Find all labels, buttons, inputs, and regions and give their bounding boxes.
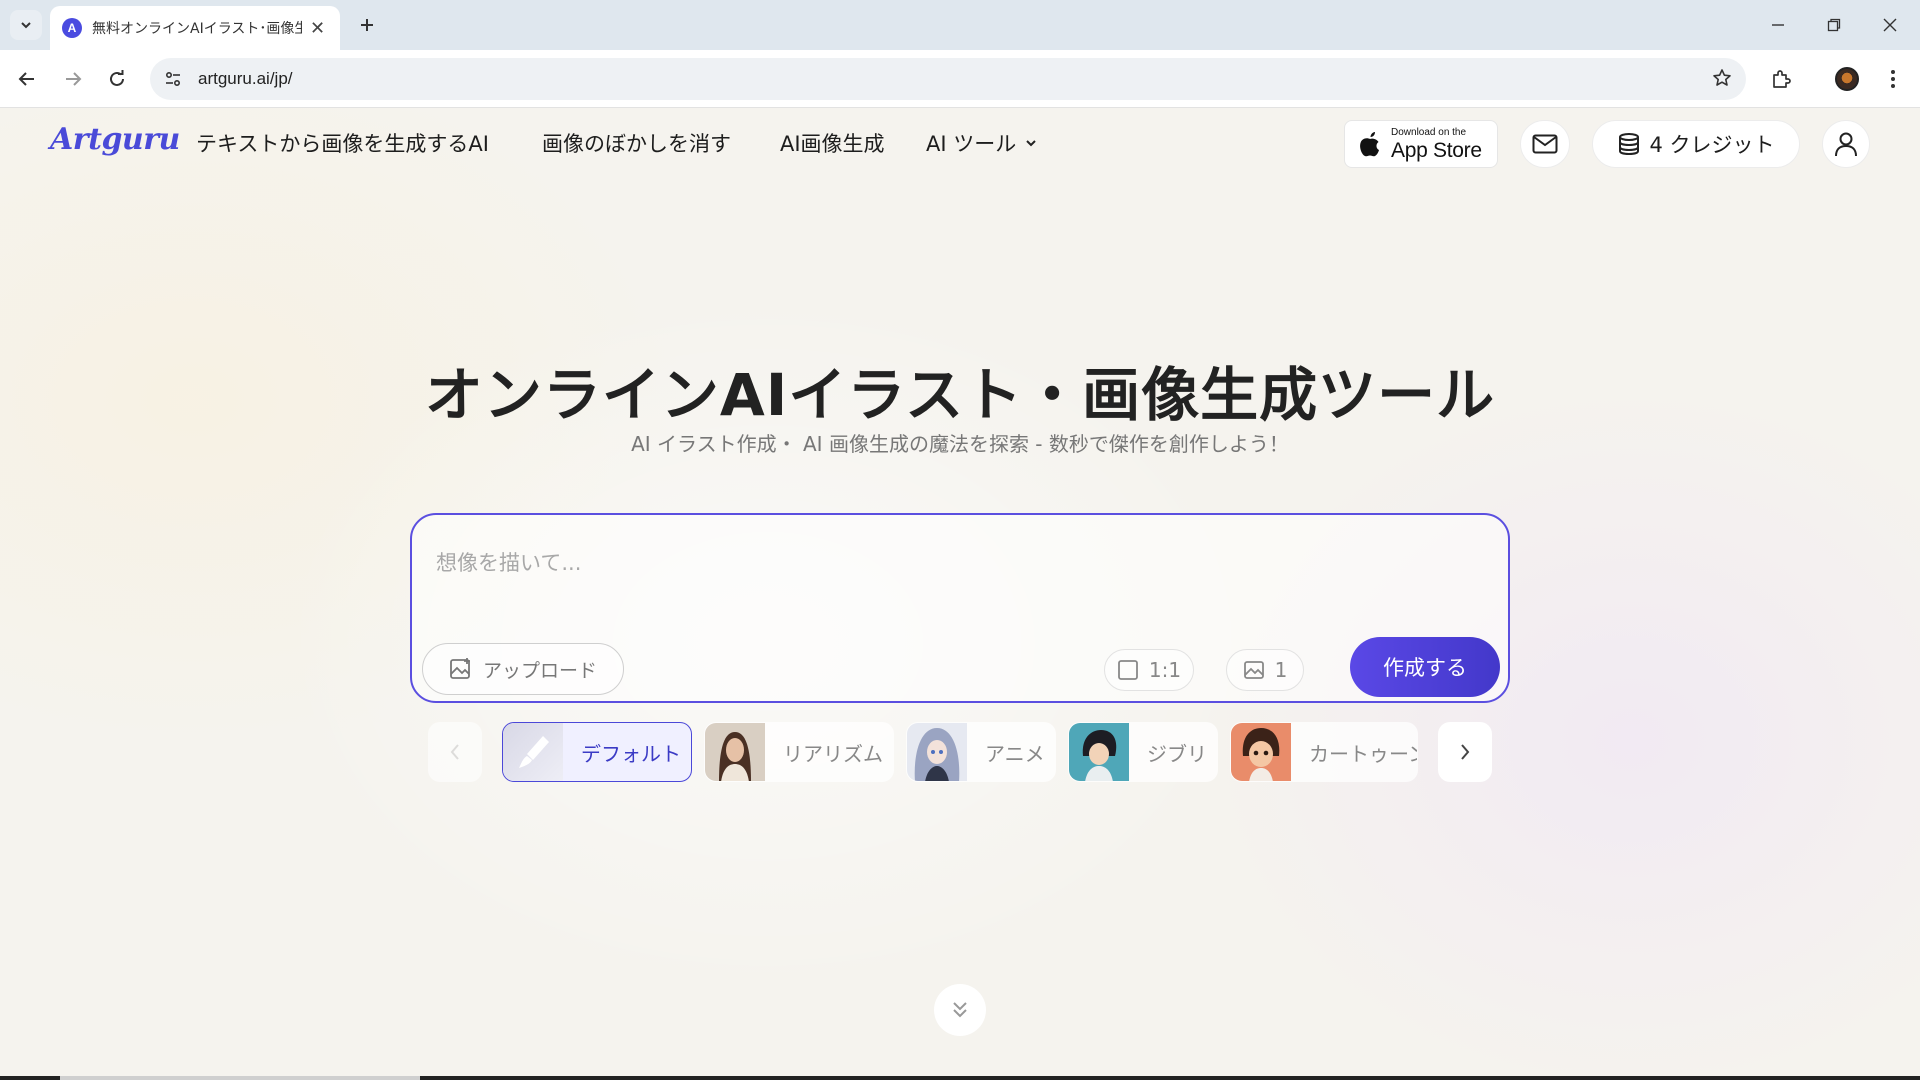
- create-button[interactable]: 作成する: [1350, 637, 1500, 697]
- mail-button[interactable]: [1520, 120, 1570, 168]
- chevron-left-icon: [450, 744, 459, 760]
- user-account-button[interactable]: [1822, 120, 1870, 168]
- app-store-big-text: App Store: [1391, 138, 1482, 162]
- new-tab-button[interactable]: [352, 10, 382, 40]
- site-info-icon[interactable]: [162, 68, 184, 90]
- minimize-button[interactable]: [1758, 10, 1798, 40]
- style-label: アニメ: [985, 741, 1045, 766]
- browser-toolbar: artguru.ai/jp/: [0, 50, 1920, 108]
- restore-icon: [1827, 18, 1841, 32]
- nav-ai-image-generator[interactable]: AI画像生成: [780, 128, 885, 158]
- tab-search-button[interactable]: [10, 10, 42, 40]
- coins-stack-icon: [1619, 133, 1640, 156]
- nav-unblur-image[interactable]: 画像のぼかしを消す: [542, 128, 731, 158]
- image-count-selector[interactable]: 1: [1226, 649, 1304, 691]
- extensions-button[interactable]: [1766, 64, 1796, 94]
- hero-title: オンラインAIイラスト・画像生成ツール: [424, 361, 1496, 429]
- nav-text-to-image[interactable]: テキストから画像を生成するAI: [196, 128, 489, 158]
- square-ratio-icon: [1118, 660, 1138, 680]
- double-chevron-down-icon: [953, 1002, 967, 1018]
- forward-button[interactable]: [58, 64, 88, 94]
- bottom-divider-segment: [60, 1076, 420, 1080]
- brush-icon: [503, 723, 563, 781]
- artguru-logo[interactable]: Artguru: [50, 122, 180, 157]
- tab-title: 無料オンラインAIイラスト･画像生成: [92, 21, 302, 37]
- browser-tab[interactable]: A 無料オンラインAIイラスト･画像生成 ✕: [50, 6, 340, 50]
- style-card-cartoon[interactable]: カートゥーン: [1230, 722, 1418, 782]
- user-icon: [1835, 132, 1857, 157]
- chevron-down-icon: [1026, 140, 1036, 147]
- style-label: リアリズム: [783, 741, 883, 766]
- page: Artguru テキストから画像を生成するAI 画像のぼかしを消す AI画像生成…: [0, 108, 1920, 1080]
- arrow-right-icon: [66, 72, 82, 86]
- puzzle-icon: [1773, 70, 1791, 88]
- aspect-ratio-value: 1:1: [1148, 658, 1182, 682]
- url-text: artguru.ai/jp/: [198, 69, 293, 88]
- mail-icon: [1532, 134, 1558, 154]
- realism-thumbnail: [705, 723, 765, 781]
- style-card-realism[interactable]: リアリズム: [704, 722, 894, 782]
- scroll-down-button[interactable]: [934, 984, 986, 1036]
- close-icon: [1883, 18, 1897, 32]
- style-next-button[interactable]: [1438, 722, 1492, 782]
- credits-label: 4 クレジット: [1649, 133, 1775, 157]
- ghibli-thumbnail: [1069, 723, 1129, 781]
- apple-icon: [1360, 132, 1379, 157]
- artguru-favicon-icon: A: [62, 18, 82, 38]
- prompt-box: アップロード 1:1 1 作成する: [410, 513, 1510, 703]
- aspect-ratio-selector[interactable]: 1:1: [1104, 649, 1194, 691]
- style-prev-button[interactable]: [428, 722, 482, 782]
- plus-icon: [361, 19, 373, 31]
- image-icon: [1243, 661, 1264, 679]
- style-card-ghibli[interactable]: ジブリ: [1068, 722, 1218, 782]
- style-label: デフォルト: [581, 741, 681, 766]
- bookmark-star-icon[interactable]: [1712, 68, 1732, 92]
- upload-button[interactable]: アップロード: [422, 643, 624, 695]
- browser-menu-button[interactable]: [1878, 64, 1908, 94]
- nav-ai-tools-dropdown[interactable]: AI ツール: [926, 128, 1038, 158]
- reload-icon: [110, 70, 124, 86]
- browser-tabstrip: A 無料オンラインAIイラスト･画像生成 ✕: [0, 0, 1920, 50]
- style-label: カートゥーン: [1309, 741, 1418, 766]
- image-count-value: 1: [1274, 658, 1288, 682]
- app-store-text: Download on the App Store: [1391, 126, 1482, 162]
- profile-avatar: [1835, 67, 1859, 91]
- app-store-badge[interactable]: Download on the App Store: [1344, 120, 1498, 168]
- image-upload-icon: [450, 658, 470, 679]
- style-label: ジブリ: [1147, 741, 1207, 766]
- anime-thumbnail: [907, 723, 967, 781]
- style-card-anime[interactable]: アニメ: [906, 722, 1056, 782]
- style-card-default[interactable]: デフォルト: [502, 722, 692, 782]
- prompt-input[interactable]: [436, 533, 1476, 593]
- style-selector: デフォルト リアリズム アニメ ジブリ カートゥーン: [428, 722, 1492, 784]
- nav-ai-tools-label: AI ツール: [926, 132, 1017, 156]
- profile-button[interactable]: [1832, 64, 1862, 94]
- more-vertical-icon: [1891, 70, 1895, 88]
- arrow-left-icon: [18, 72, 34, 86]
- address-bar[interactable]: artguru.ai/jp/: [150, 58, 1746, 100]
- app-store-small-text: Download on the: [1391, 126, 1467, 138]
- hero-subtitle: AI イラスト作成・ AI 画像生成の魔法を探索 - 数秒で傑作を創作しよう！: [631, 432, 1289, 456]
- close-window-button[interactable]: [1870, 10, 1910, 40]
- back-button[interactable]: [12, 64, 42, 94]
- credits-button[interactable]: 4 クレジット: [1592, 120, 1800, 168]
- chevron-down-icon: [21, 22, 31, 29]
- cartoon-thumbnail: [1231, 723, 1291, 781]
- minimize-icon: [1772, 24, 1784, 26]
- chevron-right-icon: [1461, 744, 1470, 760]
- close-tab-icon[interactable]: ✕: [310, 18, 325, 39]
- restore-button[interactable]: [1814, 10, 1854, 40]
- upload-label: アップロード: [482, 659, 597, 682]
- reload-button[interactable]: [102, 64, 132, 94]
- site-header: Artguru テキストから画像を生成するAI 画像のぼかしを消す AI画像生成…: [0, 108, 1920, 178]
